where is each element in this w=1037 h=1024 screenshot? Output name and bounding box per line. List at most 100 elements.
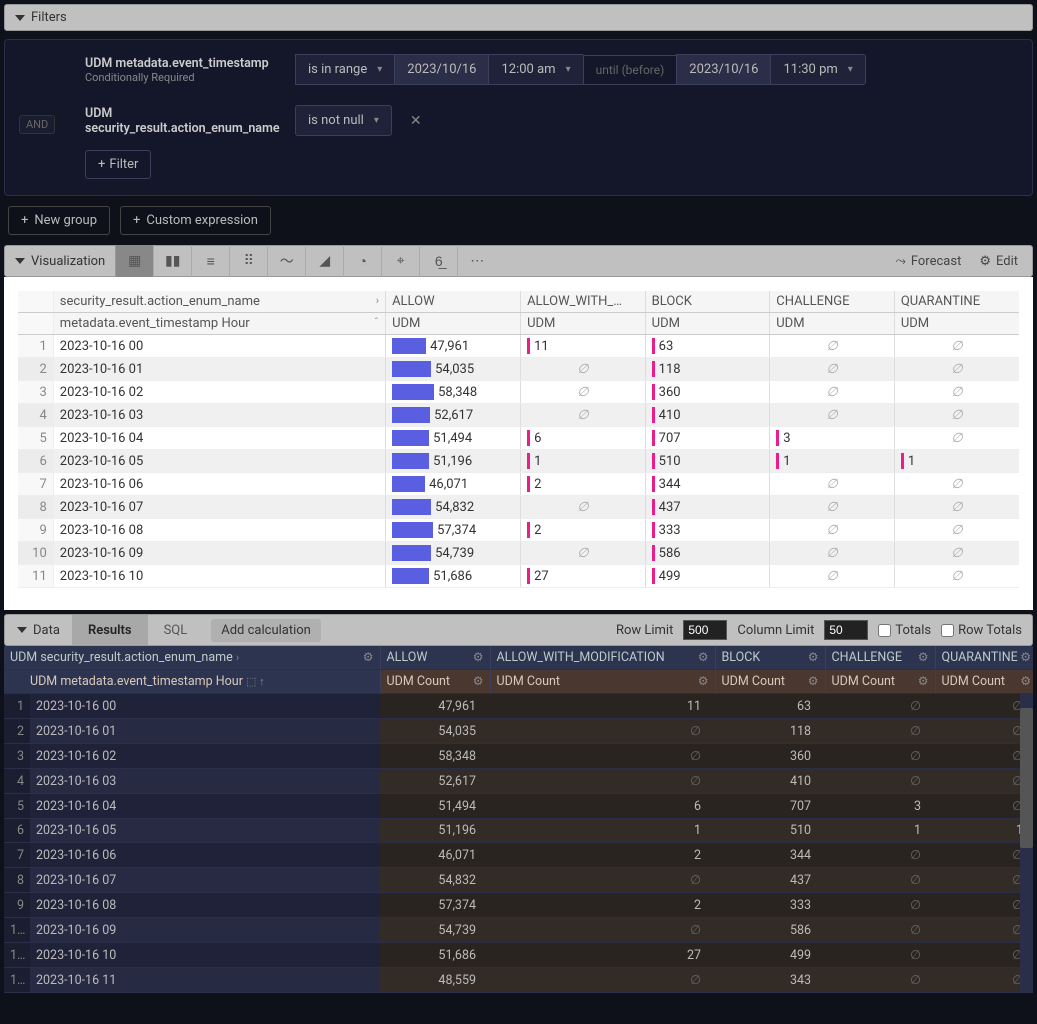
- col-header[interactable]: CHALLENGE: [770, 291, 895, 313]
- pivot-header[interactable]: security_result.action_enum_name›: [53, 291, 385, 313]
- add-calculation-button[interactable]: Add calculation: [211, 619, 321, 642]
- data-header: Data Results SQL Add calculation Row Lim…: [4, 614, 1033, 646]
- time-from[interactable]: 12:00 am▾: [488, 54, 582, 85]
- col-header[interactable]: ALLOW: [386, 291, 521, 313]
- viz-title: Visualization: [31, 254, 105, 269]
- gear-icon[interactable]: ⚙: [1020, 650, 1031, 664]
- table-row: 112023-10-16 1051,68627499∅∅: [4, 943, 1033, 968]
- gear-icon[interactable]: ⚙: [473, 674, 484, 688]
- gear-icon[interactable]: ⚙: [1020, 674, 1031, 688]
- chevron-right-icon: ›: [236, 651, 239, 664]
- table-row: 102023-10-16 0954,739∅586∅∅: [18, 542, 1019, 565]
- measure-header[interactable]: UDM Count⚙: [825, 670, 935, 694]
- measure-header[interactable]: UDM Count⚙: [935, 670, 1033, 694]
- plus-icon: +: [98, 157, 105, 172]
- viz-type-bar-icon[interactable]: ≡: [192, 245, 230, 277]
- chevron-up-icon: ˆ: [374, 316, 379, 329]
- collapse-icon: [15, 258, 25, 264]
- data-table: UDM security_result.action_enum_name ›⚙ …: [4, 646, 1033, 993]
- filter-row-action: UDM security_result.action_enum_name is …: [5, 99, 1032, 150]
- plus-icon: +: [133, 213, 140, 228]
- viz-type-scatter-icon[interactable]: ⠿: [230, 245, 268, 277]
- table-row: 92023-10-16 0857,3742333∅∅: [4, 893, 1033, 918]
- filter-label: UDM security_result.action_enum_name: [85, 106, 295, 136]
- gear-icon[interactable]: ⚙: [918, 674, 929, 688]
- add-filter-button[interactable]: +Filter: [85, 150, 151, 179]
- remove-filter-button[interactable]: ✕: [410, 113, 422, 129]
- chevron-down-icon: ▾: [374, 115, 379, 126]
- col-header[interactable]: ALLOW_WITH_MODIFICATION⚙: [490, 646, 715, 670]
- col-header[interactable]: QUARANTINE: [894, 291, 1019, 313]
- filters-body: UDM metadata.event_timestamp Conditional…: [4, 39, 1033, 196]
- gear-icon[interactable]: ⚙: [808, 674, 819, 688]
- gear-icon[interactable]: ⚙: [918, 650, 929, 664]
- time-to[interactable]: 11:30 pm▾: [770, 54, 865, 85]
- dimension-header[interactable]: metadata.event_timestamp Hourˆ: [53, 313, 385, 335]
- scrollbar[interactable]: [1020, 694, 1033, 993]
- table-row: 12023-10-16 0047,9611163∅∅: [4, 694, 1033, 719]
- edit-button[interactable]: ⚙Edit: [979, 254, 1018, 269]
- forecast-icon: ⤳: [895, 254, 905, 269]
- table-row: 72023-10-16 0646,0712344∅∅: [4, 843, 1033, 868]
- measure-header[interactable]: UDM Count⚙: [715, 670, 825, 694]
- viz-type-more-icon[interactable]: ⋯: [458, 245, 496, 277]
- col-header[interactable]: CHALLENGE⚙: [825, 646, 935, 670]
- visualization-panel: Visualization ▦ ▮▮ ≡ ⠿ 〜 ◢ ◔ ⌖ 6̲ ⋯ ⤳For…: [4, 245, 1033, 610]
- gear-icon[interactable]: ⚙: [698, 674, 709, 688]
- custom-expression-button[interactable]: +Custom expression: [120, 206, 271, 235]
- viz-header-toggle[interactable]: Visualization: [5, 254, 115, 269]
- table-row: 22023-10-16 0154,035∅118∅∅: [4, 719, 1033, 744]
- viz-type-table-icon[interactable]: ▦: [116, 245, 154, 277]
- collapse-icon: [15, 15, 25, 21]
- tab-sql[interactable]: SQL: [148, 615, 204, 645]
- gear-icon[interactable]: ⚙: [473, 650, 484, 664]
- data-title: Data: [33, 623, 60, 638]
- date-from[interactable]: 2023/10/16: [394, 54, 488, 85]
- collapse-icon: [17, 627, 27, 633]
- viz-type-area-icon[interactable]: ◢: [306, 245, 344, 277]
- viz-type-map-icon[interactable]: ⌖: [382, 245, 420, 277]
- col-header[interactable]: QUARANTINE⚙: [935, 646, 1033, 670]
- col-limit-label: Column Limit: [737, 623, 814, 638]
- row-totals-checkbox[interactable]: Row Totals: [941, 623, 1022, 638]
- col-header[interactable]: ALLOW⚙: [380, 646, 490, 670]
- gear-icon[interactable]: ⚙: [363, 650, 374, 664]
- forecast-button[interactable]: ⤳Forecast: [895, 254, 961, 269]
- col-limit-input[interactable]: [824, 620, 868, 640]
- tab-results[interactable]: Results: [72, 615, 148, 645]
- viz-type-single-value-icon[interactable]: 6̲: [420, 245, 458, 277]
- table-row: 72023-10-16 0646,0712344∅∅: [18, 473, 1019, 496]
- table-row: 32023-10-16 0258,348∅360∅∅: [4, 744, 1033, 769]
- col-header[interactable]: ALLOW_WITH_…: [521, 291, 646, 313]
- new-group-button[interactable]: +New group: [8, 206, 110, 235]
- gear-icon[interactable]: ⚙: [808, 650, 819, 664]
- filter-label: UDM metadata.event_timestamp: [85, 56, 295, 71]
- filters-title: Filters: [31, 10, 67, 25]
- col-header[interactable]: BLOCK⚙: [715, 646, 825, 670]
- viz-type-column-icon[interactable]: ▮▮: [154, 245, 192, 277]
- totals-checkbox[interactable]: Totals: [878, 623, 931, 638]
- table-row: 32023-10-16 0258,348∅360∅∅: [18, 381, 1019, 404]
- filter-sublabel: Conditionally Required: [85, 71, 295, 84]
- dim-header2[interactable]: UDM metadata.event_timestamp Hour ⬚ ↑: [4, 670, 380, 694]
- data-panel: Data Results SQL Add calculation Row Lim…: [4, 614, 1033, 993]
- filters-header[interactable]: Filters: [4, 4, 1033, 31]
- table-row: 22023-10-16 0154,035∅118∅∅: [18, 358, 1019, 381]
- gear-icon[interactable]: ⚙: [698, 650, 709, 664]
- dim-header[interactable]: UDM security_result.action_enum_name ›⚙: [4, 646, 380, 670]
- table-row: 52023-10-16 0451,49467073∅: [4, 794, 1033, 819]
- plus-icon: +: [21, 213, 28, 228]
- viz-type-line-icon[interactable]: 〜: [268, 245, 306, 277]
- viz-type-pie-icon[interactable]: ◔: [344, 245, 382, 277]
- measure-header[interactable]: UDM Count⚙: [490, 670, 715, 694]
- operator-select[interactable]: is in range▾: [295, 54, 394, 85]
- measure-header[interactable]: UDM Count⚙: [380, 670, 490, 694]
- table-row: 42023-10-16 0352,617∅410∅∅: [4, 769, 1033, 794]
- data-header-toggle[interactable]: Data: [5, 615, 72, 645]
- col-header[interactable]: BLOCK: [645, 291, 770, 313]
- row-limit-input[interactable]: [683, 620, 727, 640]
- date-to[interactable]: 2023/10/16: [676, 54, 770, 85]
- filters-panel: Filters UDM metadata.event_timestamp Con…: [4, 4, 1033, 235]
- table-row: 112023-10-16 1051,68627499∅∅: [18, 565, 1019, 588]
- operator-select[interactable]: is not null▾: [295, 105, 392, 136]
